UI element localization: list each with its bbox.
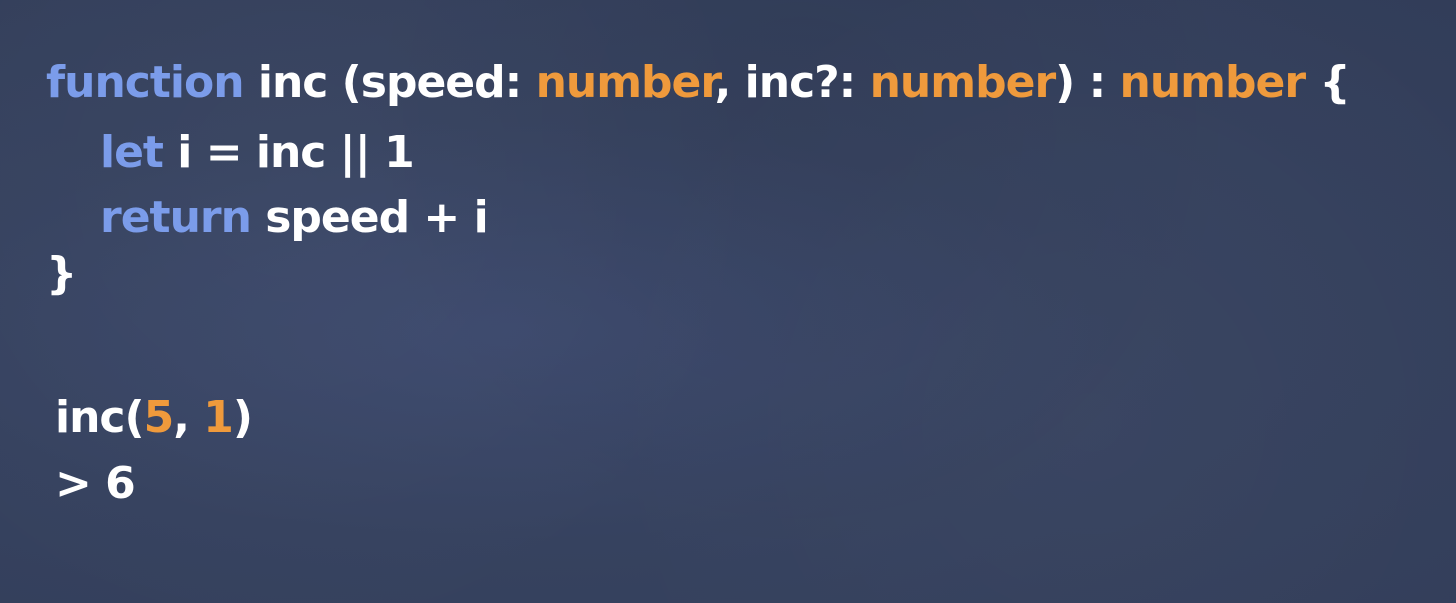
open-brace: { [1305, 57, 1350, 108]
call-suffix: ) [232, 392, 253, 443]
code-line-return: return speed + i [100, 190, 489, 246]
type-number-inc: number [869, 57, 1057, 108]
code-line-let: let i = inc || 1 [100, 125, 415, 181]
call-prefix: inc( [55, 392, 145, 443]
result-line: > 6 [55, 456, 136, 512]
params-close: ) : [1055, 57, 1120, 108]
keyword-let: let [100, 127, 164, 178]
call-separator: , [173, 392, 204, 443]
type-number-speed: number [535, 57, 716, 108]
call-arg-speed: 5 [143, 392, 175, 443]
close-brace: } [46, 248, 77, 299]
result-output: > 6 [55, 458, 136, 509]
code-line-close-brace: } [46, 246, 77, 302]
call-arg-inc: 1 [203, 392, 234, 443]
keyword-return: return [100, 192, 252, 243]
keyword-function: function [46, 57, 245, 108]
return-expression: speed + i [250, 192, 488, 243]
let-expression: i = inc || 1 [162, 127, 414, 178]
code-line-function-signature: function inc (speed: number, inc?: numbe… [46, 55, 1351, 111]
return-type-number: number [1119, 57, 1307, 108]
function-name-params: inc (speed: [243, 57, 536, 108]
function-call-line: inc(5, 1) [55, 390, 253, 446]
param-inc-optional: , inc?: [714, 57, 870, 108]
